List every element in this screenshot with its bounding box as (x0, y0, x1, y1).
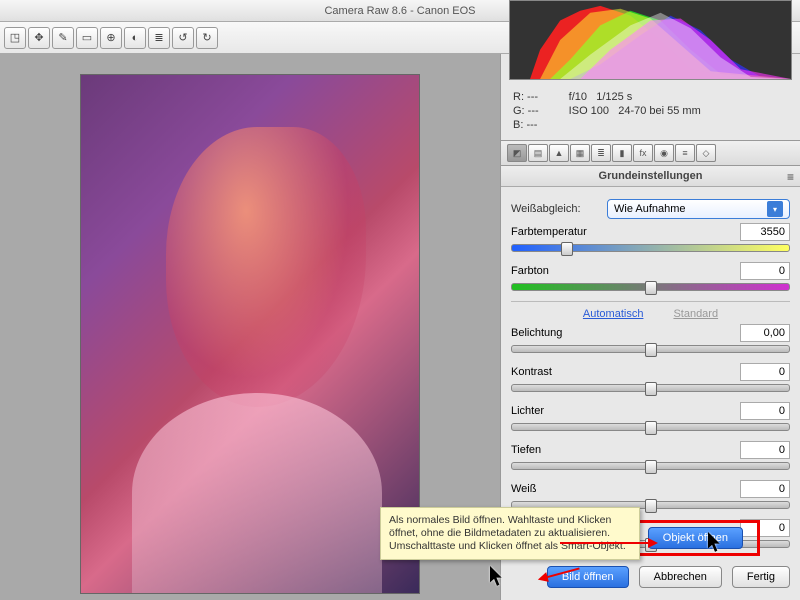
tab-presets[interactable]: ≡ (675, 144, 695, 162)
tab-lens[interactable]: ▮ (612, 144, 632, 162)
meta-aperture: f/10 (569, 91, 587, 103)
meta-shutter: 1/125 s (596, 91, 632, 103)
temp-label: Farbtemperatur (511, 226, 587, 238)
shadows-label: Tiefen (511, 444, 541, 456)
tint-value[interactable]: 0 (740, 262, 790, 280)
tint-slider[interactable] (511, 283, 790, 291)
panel-tabs: ◩ ▤ ▲ ▦ ≣ ▮ fx ◉ ≡ ◇ (501, 140, 800, 166)
contrast-slider[interactable] (511, 384, 790, 392)
meta-g: G: --- (513, 104, 539, 118)
tab-detail[interactable]: ▲ (549, 144, 569, 162)
temp-slider[interactable] (511, 244, 790, 252)
wb-label: Weißabgleich: (511, 203, 601, 215)
tab-hsl[interactable]: ▦ (570, 144, 590, 162)
tab-snapshots[interactable]: ◇ (696, 144, 716, 162)
tool-crop[interactable]: ◳ (4, 27, 26, 49)
exposure-label: Belichtung (511, 327, 562, 339)
window-title: Camera Raw 8.6 - Canon EOS (324, 5, 475, 17)
bottom-button-bar: Bild öffnen Abbrechen Fertig (547, 566, 790, 588)
highlights-value[interactable]: 0 (740, 402, 790, 420)
temp-thumb[interactable] (561, 242, 573, 256)
tint-label: Farbton (511, 265, 549, 277)
tooltip: Als normales Bild öffnen. Wahltaste und … (380, 507, 640, 560)
open-image-button[interactable]: Bild öffnen (547, 566, 629, 588)
highlights-slider[interactable] (511, 423, 790, 431)
cursor-icon-2 (490, 566, 504, 584)
whites-value[interactable]: 0 (740, 480, 790, 498)
wb-value: Wie Aufnahme (614, 203, 686, 215)
image-preview[interactable] (80, 74, 420, 594)
shadows-thumb[interactable] (645, 460, 657, 474)
exposure-value[interactable]: 0,00 (740, 324, 790, 342)
whites-label: Weiß (511, 483, 536, 495)
contrast-label: Kontrast (511, 366, 552, 378)
temp-value[interactable]: 3550 (740, 223, 790, 241)
shadows-slider[interactable] (511, 462, 790, 470)
cursor-icon (708, 532, 722, 550)
tab-split[interactable]: ≣ (591, 144, 611, 162)
tool-rotate-ccw[interactable]: ↺ (172, 27, 194, 49)
tool-list[interactable]: ≣ (148, 27, 170, 49)
meta-r: R: --- (513, 90, 539, 104)
open-object-button[interactable]: Objekt öffnen (648, 527, 743, 549)
done-button[interactable]: Fertig (732, 566, 790, 588)
exposure-slider[interactable] (511, 345, 790, 353)
meta-iso: ISO 100 (569, 105, 609, 117)
panel-menu-icon[interactable]: ≡ (787, 170, 794, 184)
whites-thumb[interactable] (645, 499, 657, 513)
standard-link[interactable]: Standard (673, 308, 718, 320)
shadows-value[interactable]: 0 (740, 441, 790, 459)
highlights-thumb[interactable] (645, 421, 657, 435)
tab-camera[interactable]: ◉ (654, 144, 674, 162)
tool-target[interactable]: ⊕ (100, 27, 122, 49)
tab-fx[interactable]: fx (633, 144, 653, 162)
cancel-button[interactable]: Abbrechen (639, 566, 722, 588)
contrast-value[interactable]: 0 (740, 363, 790, 381)
meta-b: B: --- (513, 118, 539, 132)
tool-radial[interactable]: ◐ (124, 27, 146, 49)
annotation-arrow (560, 542, 650, 544)
dropdown-icon: ▾ (767, 201, 783, 217)
highlights-label: Lichter (511, 405, 544, 417)
tab-basic[interactable]: ◩ (507, 144, 527, 162)
tint-thumb[interactable] (645, 281, 657, 295)
exif-readout: R: --- G: --- B: --- f/10 1/125 s ISO 10… (501, 88, 800, 134)
tool-rect[interactable]: ▭ (76, 27, 98, 49)
wb-select[interactable]: Wie Aufnahme ▾ (607, 199, 790, 219)
auto-link[interactable]: Automatisch (583, 308, 644, 320)
tool-brush[interactable]: ✎ (52, 27, 74, 49)
panel-title: Grundeinstellungen ≡ (501, 166, 800, 187)
tab-curve[interactable]: ▤ (528, 144, 548, 162)
tool-rotate-cw[interactable]: ↻ (196, 27, 218, 49)
contrast-thumb[interactable] (645, 382, 657, 396)
meta-lens: 24-70 bei 55 mm (618, 105, 701, 117)
histogram[interactable] (509, 0, 792, 80)
exposure-thumb[interactable] (645, 343, 657, 357)
tool-move[interactable]: ✥ (28, 27, 50, 49)
